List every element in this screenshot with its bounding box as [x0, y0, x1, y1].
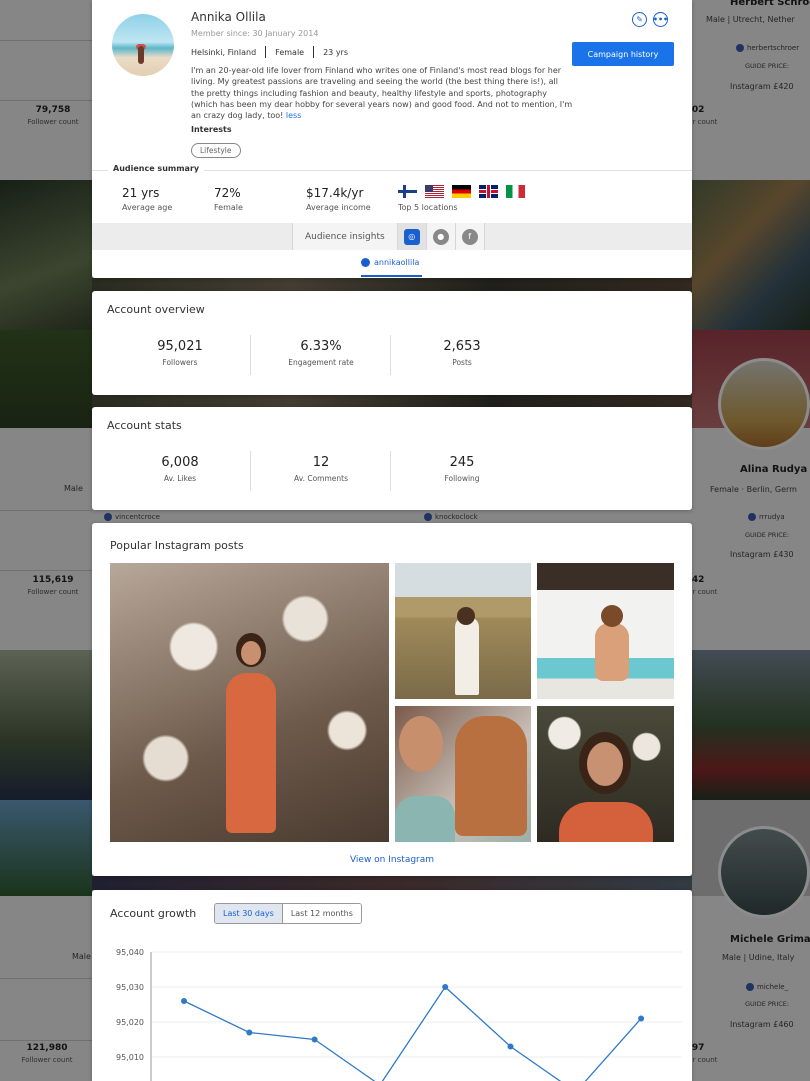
top-locations-flags	[398, 185, 525, 198]
profile-card: Annika Ollila Member since: 30 January 2…	[92, 0, 692, 278]
italy-flag-icon	[506, 185, 525, 198]
instagram-icon	[361, 258, 370, 267]
profile-location: Helsinki, Finland	[191, 47, 257, 57]
profile-age: 23 yrs	[323, 47, 349, 57]
account-stats-card: Account stats 6,008 Av. Likes 12 Av. Com…	[92, 407, 692, 510]
y-tick-label: 95,040	[116, 948, 144, 957]
growth-data-point[interactable]	[246, 1029, 253, 1036]
growth-data-point[interactable]	[442, 984, 449, 990]
audience-summary-label: Audience summary	[108, 164, 205, 173]
post-photo-2[interactable]	[395, 563, 531, 699]
y-tick-label: 95,010	[116, 1053, 144, 1062]
growth-line-chart: 95,040 95,030 95,020 95,010	[116, 948, 682, 1081]
divider	[390, 451, 391, 491]
metric-comments: 12 Av. Comments	[294, 455, 348, 483]
audience-income: $17.4k/yr	[306, 186, 364, 200]
popular-posts-card: Popular Instagram posts View on Instagra…	[92, 523, 692, 876]
bg-followers-left-1: 79,758	[35, 105, 71, 115]
bg-followers-left-2: 115,619	[32, 575, 74, 585]
facebook-icon: f	[461, 228, 478, 245]
active-tab-indicator	[361, 275, 422, 277]
germany-flag-icon	[452, 185, 471, 198]
uk-flag-icon	[479, 185, 498, 198]
metric-posts: 2,653 Posts	[443, 339, 481, 367]
profile-bio: I'm an 20-year-old life lover from Finla…	[191, 66, 573, 121]
snapchat-icon: ●	[432, 228, 449, 245]
campaign-history-button[interactable]: Campaign history	[572, 42, 674, 66]
tab-facebook[interactable]: f	[455, 223, 485, 250]
audience-insights-label: Audience insights	[292, 223, 398, 250]
divider	[390, 335, 391, 375]
audience-age: 21 yrs	[122, 186, 160, 200]
account-growth-card: Account growth Last 30 days Last 12 mont…	[92, 890, 692, 1081]
account-handle-tab[interactable]: annikaollila	[361, 258, 419, 267]
interest-tag: Lifestyle	[191, 143, 241, 158]
growth-data-point[interactable]	[311, 1036, 318, 1043]
view-on-instagram-link[interactable]: View on Instagram	[92, 855, 692, 865]
account-stats-title: Account stats	[107, 419, 182, 432]
finland-flag-icon	[398, 185, 417, 198]
top-locations-label: Top 5 locations	[398, 203, 458, 212]
profile-name: Annika Ollila	[191, 10, 266, 24]
member-since: Member since: 30 January 2014	[191, 29, 319, 38]
growth-data-point[interactable]	[638, 1015, 645, 1022]
account-overview-title: Account overview	[107, 303, 205, 316]
bg-card-left-1	[0, 0, 92, 180]
post-photo-5[interactable]	[537, 706, 674, 842]
y-tick-label: 95,020	[116, 1018, 144, 1027]
profile-avatar	[112, 14, 174, 76]
interests-label: Interests	[191, 125, 232, 134]
post-photo-1[interactable]	[110, 563, 389, 842]
more-icon[interactable]: •••	[653, 12, 668, 27]
y-tick-label: 95,030	[116, 983, 144, 992]
bg-photo	[0, 180, 92, 330]
audience-female: 72%	[214, 186, 241, 200]
bio-less-link[interactable]: less	[286, 111, 301, 120]
post-photo-4[interactable]	[395, 706, 531, 842]
growth-series-line	[183, 986, 642, 1081]
post-photo-3[interactable]	[537, 563, 674, 699]
metric-likes: 6,008 Av. Likes	[161, 455, 199, 483]
popular-posts-title: Popular Instagram posts	[110, 539, 244, 552]
account-overview-card: Account overview 95,021 Followers 6.33% …	[92, 291, 692, 395]
usa-flag-icon	[425, 185, 444, 198]
divider	[313, 46, 315, 58]
edit-icon[interactable]: ✎	[632, 12, 647, 27]
metric-followers: 95,021 Followers	[157, 339, 203, 367]
bg-followers-left-3: 121,980	[26, 1043, 68, 1053]
growth-data-point[interactable]	[507, 1043, 514, 1050]
divider	[265, 46, 267, 58]
tab-instagram[interactable]: ◎	[397, 223, 427, 250]
profile-gender: Female	[275, 47, 305, 57]
metric-engagement: 6.33% Engagement rate	[288, 339, 354, 367]
instagram-icon: ◎	[403, 228, 420, 245]
growth-data-point[interactable]	[181, 998, 187, 1004]
network-tabs: Audience insights ◎ ● f	[292, 223, 485, 250]
tab-snapchat[interactable]: ●	[426, 223, 456, 250]
metric-following: 245 Following	[444, 455, 480, 483]
profile-meta: Helsinki, Finland Female 23 yrs	[191, 46, 348, 58]
